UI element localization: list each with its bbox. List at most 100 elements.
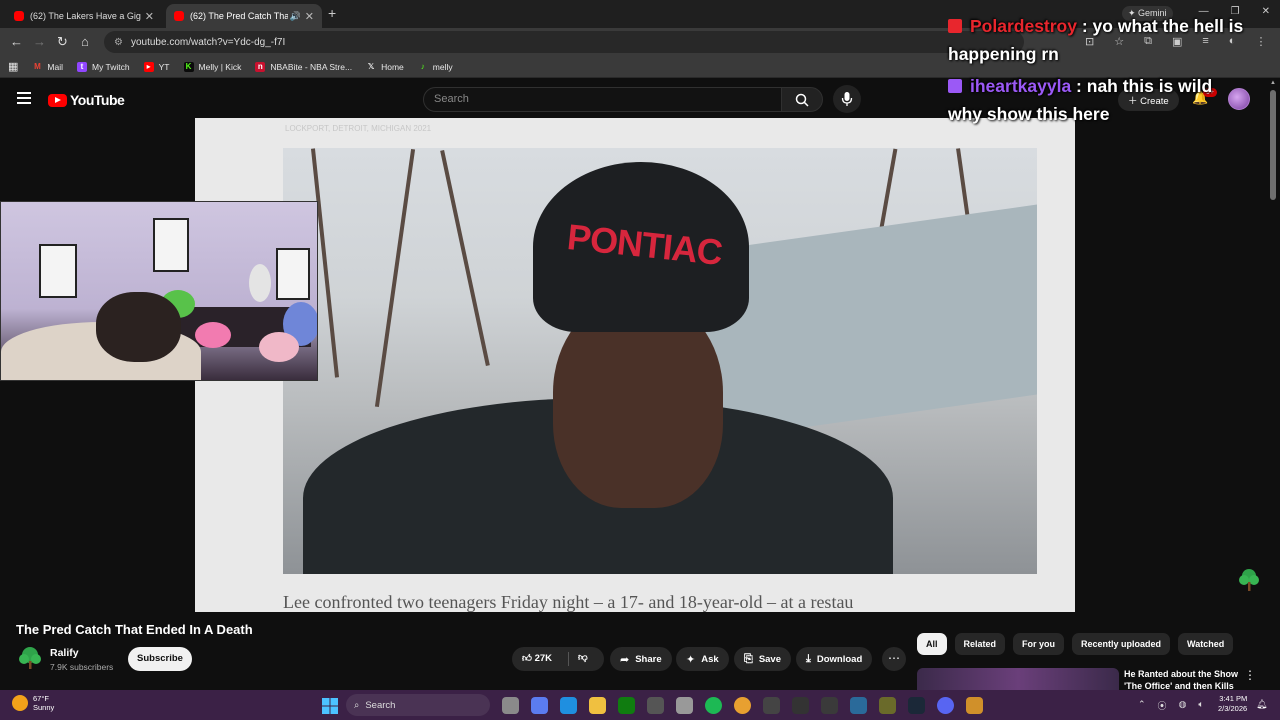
- chevron-up-icon[interactable]: ⌃: [1138, 699, 1146, 712]
- media-player-icon[interactable]: [792, 697, 809, 714]
- channel-name[interactable]: Ralify: [50, 647, 79, 659]
- taskbar-search[interactable]: ⌕ Search: [346, 694, 490, 716]
- reload-icon[interactable]: ↻: [57, 35, 68, 49]
- back-arrow-icon[interactable]: ←: [10, 35, 23, 49]
- dislike-button[interactable]: 👎︎: [578, 651, 588, 663]
- chat-badge-icon: [948, 19, 962, 33]
- recommended-video-title[interactable]: He Ranted about the Show 'The Office' an…: [1124, 668, 1244, 690]
- tab-pred-catch[interactable]: (62) The Pred Catch That En 🔊 ✕: [166, 4, 322, 28]
- page-scrollbar[interactable]: ▲: [1270, 80, 1276, 686]
- chip-all[interactable]: All: [917, 633, 947, 655]
- site-info-icon[interactable]: ⚙: [114, 37, 123, 48]
- chip-related[interactable]: Related: [954, 633, 1006, 655]
- bookmark-melly[interactable]: ♪ melly: [418, 62, 453, 72]
- divider: [568, 652, 569, 666]
- store-icon[interactable]: [676, 697, 693, 714]
- ask-button[interactable]: ✦ Ask: [676, 647, 729, 671]
- scrollbar-thumb[interactable]: [1270, 90, 1276, 200]
- thumbs-up-icon: 👍︎: [522, 653, 532, 664]
- volume-icon[interactable]: 🔈︎: [1198, 699, 1203, 712]
- url-text: youtube.com/watch?v=Ydc-dg_-f7I: [130, 36, 286, 48]
- gmail-icon: M: [34, 61, 41, 71]
- download-label: Download: [816, 653, 863, 665]
- spotify-icon[interactable]: [705, 697, 722, 714]
- notification-center-icon[interactable]: 🔔︎: [1256, 699, 1267, 710]
- home-icon[interactable]: ⌂: [81, 35, 89, 49]
- steam-helper-icon[interactable]: [647, 697, 664, 714]
- chip-watched[interactable]: Watched: [1178, 633, 1234, 655]
- location-icon[interactable]: ⦿: [1158, 699, 1167, 712]
- address-bar[interactable]: ⚙ youtube.com/watch?v=Ydc-dg_-f7I: [104, 31, 1024, 53]
- sun-icon: [12, 695, 28, 711]
- bookmark-kick[interactable]: K Melly | Kick: [183, 61, 241, 72]
- edge-icon[interactable]: [560, 697, 577, 714]
- bookmark-label: NBABite - NBA Stre...: [270, 61, 353, 72]
- microphone-icon: [841, 92, 853, 106]
- recommended-more-icon[interactable]: ⋮: [1244, 668, 1256, 682]
- sparkle-icon: ✦: [686, 653, 696, 666]
- like-count: 27K: [534, 653, 553, 664]
- xbox-icon[interactable]: [618, 697, 635, 714]
- forward-arrow-icon[interactable]: →: [33, 35, 46, 49]
- chat-username: iheartkayyla: [970, 76, 1072, 96]
- like-button[interactable]: 👍︎ 27K: [522, 652, 552, 664]
- weather-widget[interactable]: 67°F Sunny: [12, 694, 54, 712]
- voice-search-button[interactable]: [833, 85, 861, 113]
- menu-kebab-icon[interactable]: ⋮: [1255, 35, 1266, 48]
- bookmark-home[interactable]: 𝕏 Home: [366, 62, 404, 72]
- photos-icon[interactable]: [850, 697, 867, 714]
- thumbs-down-icon: 👎︎: [578, 652, 588, 663]
- close-tab-icon[interactable]: ✕: [145, 10, 154, 23]
- search-button[interactable]: [781, 87, 823, 112]
- search-input[interactable]: Search: [423, 87, 782, 112]
- bookmark-twitch[interactable]: t My Twitch: [77, 61, 130, 72]
- like-dislike-group: 👍︎ 27K 👎︎: [512, 647, 604, 671]
- video-player[interactable]: LOCKPORT, DETROIT, MICHIGAN 2021 PONTIAC…: [195, 118, 1075, 612]
- tree-icon: [1239, 569, 1259, 591]
- melly-icon: ♪: [420, 61, 425, 71]
- copilot-icon[interactable]: [531, 697, 548, 714]
- discord-icon[interactable]: [937, 697, 954, 714]
- close-window-icon[interactable]: ✕: [1262, 6, 1270, 17]
- file-explorer-icon[interactable]: [589, 697, 606, 714]
- more-actions-icon[interactable]: ⋯: [882, 647, 906, 671]
- hamburger-menu-icon[interactable]: [17, 92, 31, 104]
- wifi-icon[interactable]: ◍: [1179, 699, 1187, 712]
- steam-icon[interactable]: [908, 697, 925, 714]
- subscribe-button[interactable]: Subscribe: [128, 647, 192, 671]
- bookmark-label: Mail: [47, 61, 63, 72]
- chip-recently-uploaded[interactable]: Recently uploaded: [1072, 633, 1171, 655]
- close-tab-icon[interactable]: ✕: [305, 10, 314, 23]
- scroll-up-icon[interactable]: ▲: [1270, 80, 1276, 86]
- download-button[interactable]: ⤓ Download: [796, 647, 873, 671]
- channel-avatar[interactable]: [18, 646, 42, 670]
- video-caption-text: Lee confronted two teenagers Friday nigh…: [283, 592, 854, 612]
- tab-lakers[interactable]: (62) The Lakers Have a Gigantic ✕: [6, 4, 162, 28]
- chrome-icon[interactable]: [734, 697, 751, 714]
- new-tab-button[interactable]: +: [328, 5, 336, 21]
- youtube-logo[interactable]: YouTube: [48, 92, 125, 108]
- share-button[interactable]: ➦ Share: [610, 647, 672, 671]
- bookmark-nbabite[interactable]: n NBABite - NBA Stre...: [255, 61, 353, 72]
- obs-icon[interactable]: [821, 697, 838, 714]
- app-icon-2[interactable]: [879, 697, 896, 714]
- bookmark-label: melly: [432, 61, 453, 72]
- bookmark-label: My Twitch: [92, 61, 130, 72]
- app-icon[interactable]: [763, 697, 780, 714]
- recommended-video-thumbnail[interactable]: [917, 668, 1119, 690]
- search-placeholder: Search: [434, 93, 469, 105]
- windows-start-icon[interactable]: [322, 698, 338, 714]
- taskbar-clock[interactable]: 3:41 PM 2/3/2026: [1218, 694, 1247, 714]
- apps-grid-icon[interactable]: ▦: [8, 60, 18, 73]
- speaker-icon[interactable]: 🔊: [290, 11, 301, 22]
- app-icon-3[interactable]: [966, 697, 983, 714]
- bookmark-mail[interactable]: M Mail: [32, 62, 63, 72]
- streamer-head: [96, 292, 181, 362]
- bookmark-yt[interactable]: ▸ YT: [143, 61, 170, 72]
- save-button[interactable]: ⎘ Save: [734, 647, 791, 671]
- kick-icon: K: [183, 61, 194, 72]
- bookmark-label: YT: [158, 61, 170, 72]
- task-view-icon[interactable]: [502, 697, 519, 714]
- chip-for-you[interactable]: For you: [1013, 633, 1065, 655]
- weather-temp: 67°F: [33, 694, 49, 703]
